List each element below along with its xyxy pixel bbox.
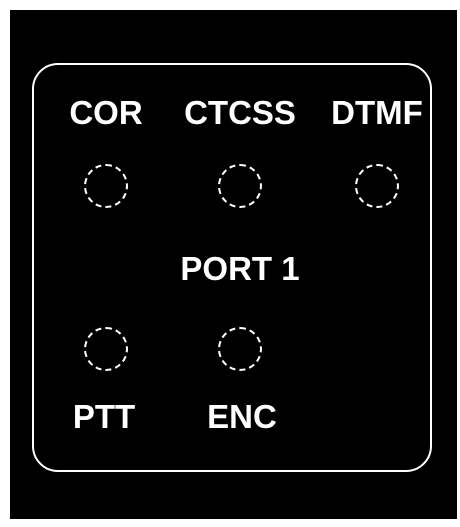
cor-label: COR xyxy=(69,94,143,131)
ctcss-label: CTCSS xyxy=(184,94,296,131)
ctcss-indicator-led[interactable] xyxy=(218,164,262,208)
cor-indicator-led[interactable] xyxy=(84,164,128,208)
enc-label: ENC xyxy=(207,398,277,435)
enc-indicator-led[interactable] xyxy=(218,327,262,371)
dtmf-label: DTMF xyxy=(331,94,423,131)
dtmf-indicator-led[interactable] xyxy=(355,164,399,208)
port-title: PORT 1 xyxy=(180,250,300,287)
port-status-panel: COR CTCSS DTMF PORT 1 PTT ENC xyxy=(10,10,457,519)
ptt-indicator-led[interactable] xyxy=(84,327,128,371)
ptt-label: PTT xyxy=(72,398,136,435)
